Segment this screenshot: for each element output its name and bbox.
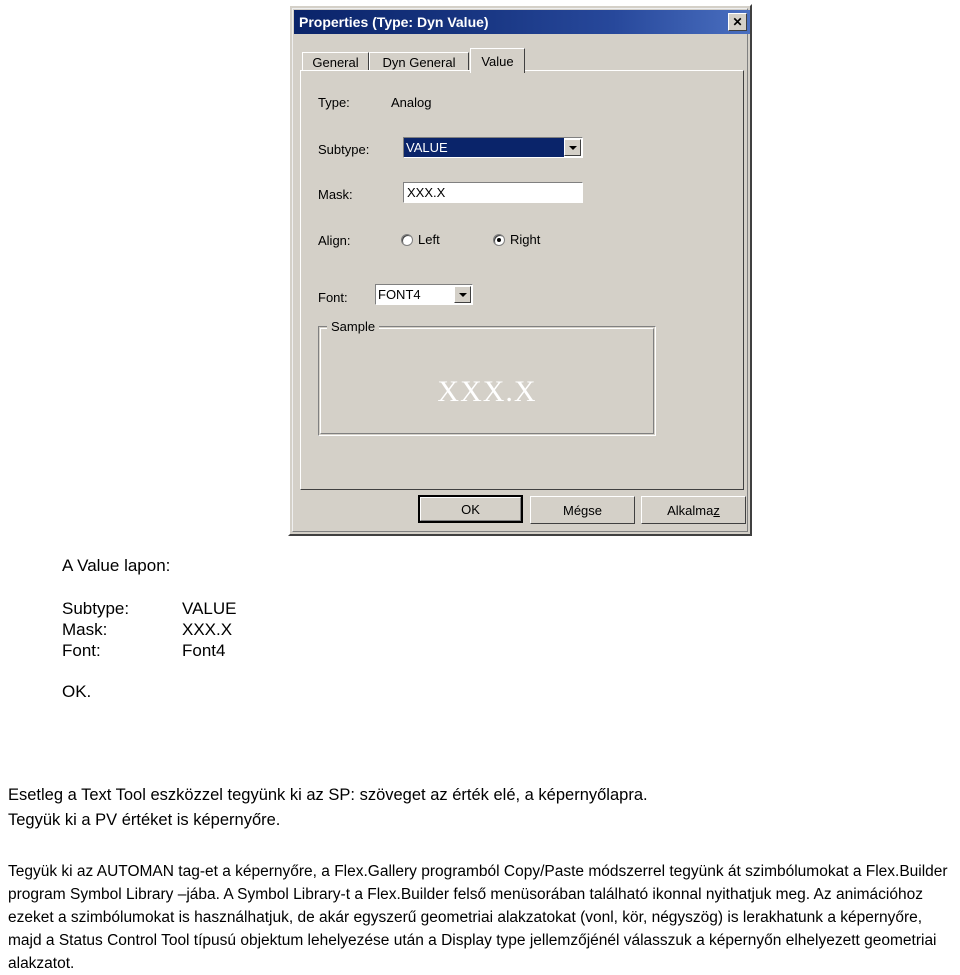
dialog-titlebar[interactable]: Properties (Type: Dyn Value) ✕ <box>294 10 750 34</box>
tab-general[interactable]: General <box>302 52 369 72</box>
settings-value-subtype: VALUE <box>182 599 237 618</box>
mask-value: XXX.X <box>407 185 446 200</box>
properties-dialog: Properties (Type: Dyn Value) ✕ General D… <box>288 4 752 536</box>
mask-label: Mask: <box>318 187 353 202</box>
tab-general-label: General <box>312 55 359 70</box>
settings-row-mask: Mask: XXX.X <box>62 619 237 640</box>
align-right-radio[interactable]: Right <box>493 232 540 247</box>
value-tab-panel: Type: Analog Subtype: VALUE Mask: XXX.X … <box>300 70 744 490</box>
paragraph-text-tool: Esetleg a Text Tool eszközzel tegyünk ki… <box>8 783 952 833</box>
subtype-combobox[interactable]: VALUE <box>403 137 583 158</box>
sample-preview-text: XXX.X <box>437 375 537 408</box>
type-value: Analog <box>391 95 432 110</box>
tab-value[interactable]: Value <box>470 48 525 73</box>
dialog-title: Properties (Type: Dyn Value) <box>299 14 489 30</box>
apply-button-label: Alkalmaz <box>667 502 720 518</box>
chevron-down-glyph <box>568 145 577 150</box>
apply-button[interactable]: Alkalmaz <box>641 496 746 524</box>
subtype-combobox-field[interactable]: VALUE <box>404 138 564 157</box>
settings-row-subtype: Subtype: VALUE <box>62 598 237 619</box>
settings-value-mask: XXX.X <box>182 620 233 639</box>
sample-groupbox: Sample XXX.X <box>318 319 656 436</box>
settings-list: Subtype: VALUE Mask: XXX.X Font: Font4 <box>62 598 237 661</box>
sample-groupbox-title: Sample <box>327 319 380 334</box>
align-left-radio[interactable]: Left <box>401 232 440 247</box>
font-label: Font: <box>318 290 348 305</box>
ok-button-label: OK <box>461 501 480 517</box>
close-icon: ✕ <box>732 15 743 29</box>
settings-key-mask: Mask: <box>62 620 108 639</box>
settings-key-subtype: Subtype: <box>62 599 130 618</box>
subtype-label: Subtype: <box>318 142 370 157</box>
paragraph-a-line-2: Tegyük ki a PV értéket is képernyőre. <box>8 811 281 829</box>
tab-value-label: Value <box>481 53 514 69</box>
settings-row-font: Font: Font4 <box>62 640 237 661</box>
cancel-button-label: Mégse <box>562 502 603 518</box>
value-page-heading: A Value lapon: <box>62 556 171 575</box>
font-combobox[interactable]: FONT4 <box>375 284 473 305</box>
cancel-button[interactable]: Mégse <box>530 496 635 524</box>
paragraph-automan: Tegyük ki az AUTOMAN tag-et a képernyőre… <box>8 863 948 972</box>
titlebar-buttons: ✕ <box>728 13 747 31</box>
chevron-down-icon[interactable] <box>564 139 581 156</box>
ok-confirmation-text: OK. <box>62 682 92 701</box>
align-left-label: Left <box>418 232 440 247</box>
align-label: Align: <box>318 233 351 248</box>
tab-dyn-general-label: Dyn General <box>382 55 456 70</box>
ok-button[interactable]: OK <box>418 495 523 523</box>
radio-unchecked-icon <box>401 233 413 246</box>
chevron-down-icon-font[interactable] <box>454 286 471 303</box>
font-value: FONT4 <box>378 287 421 302</box>
chevron-down-glyph-font <box>458 292 467 297</box>
close-button[interactable]: ✕ <box>728 13 747 31</box>
type-label: Type: <box>318 95 350 110</box>
tab-strip: General Dyn General Value <box>302 48 742 73</box>
mask-input[interactable]: XXX.X <box>403 182 583 203</box>
radio-checked-icon <box>493 233 505 246</box>
apply-button-accel: z <box>713 502 720 518</box>
tab-dyn-general[interactable]: Dyn General <box>369 52 469 72</box>
paragraph-a-line-1: Esetleg a Text Tool eszközzel tegyünk ki… <box>8 786 648 804</box>
settings-value-font: Font4 <box>182 641 226 660</box>
align-right-label: Right <box>510 232 541 247</box>
settings-key-font: Font: <box>62 641 101 660</box>
font-combobox-field[interactable]: FONT4 <box>376 285 454 304</box>
subtype-value: VALUE <box>406 140 448 155</box>
